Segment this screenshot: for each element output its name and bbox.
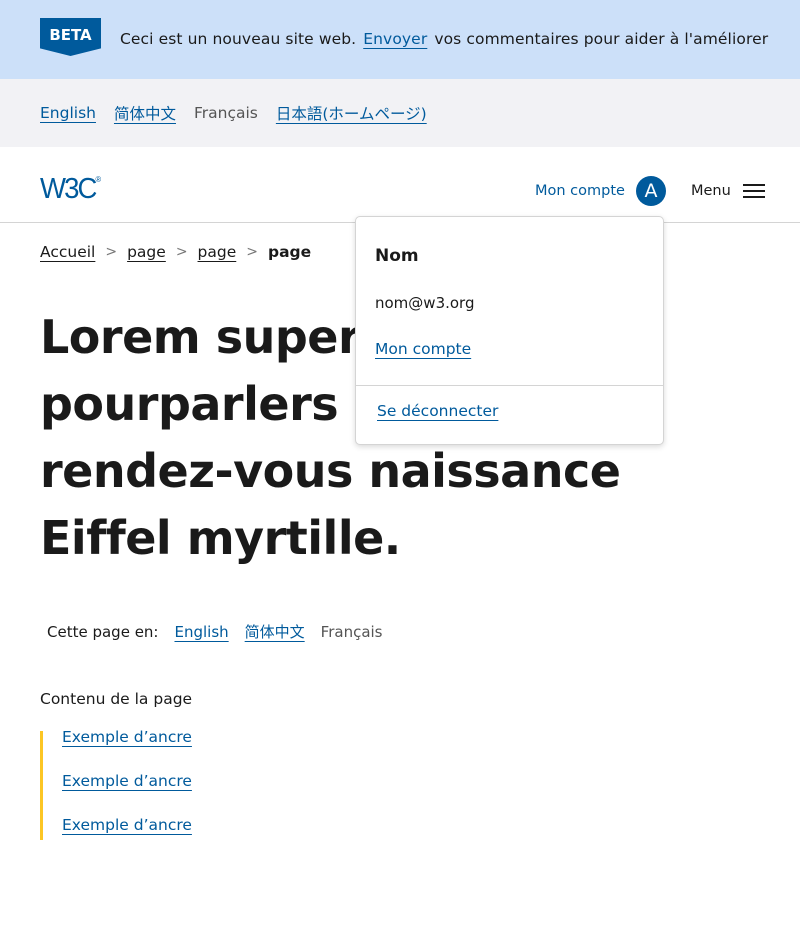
title-line: rendez-vous naissance xyxy=(40,444,621,498)
toc-title: Contenu de la page xyxy=(40,690,193,708)
feedback-link[interactable]: Envoyer xyxy=(363,30,427,48)
account-link[interactable]: Mon compte xyxy=(535,183,625,199)
page-lang-chinese[interactable]: 简体中文 xyxy=(245,621,305,642)
breadcrumb-item[interactable]: page xyxy=(198,243,237,261)
w3c-logo[interactable]: W3C® xyxy=(40,173,101,206)
beta-text-after: vos commentaires pour aider à l'améliore… xyxy=(434,30,769,48)
avatar[interactable]: A xyxy=(636,176,666,206)
menu-button[interactable]: Menu xyxy=(691,183,765,199)
toc-item: Exemple d’ancre xyxy=(62,728,192,775)
logout-link[interactable]: Se déconnecter xyxy=(377,402,498,420)
registered-mark: ® xyxy=(95,175,102,184)
toc-list: Exemple d’ancre Exemple d’ancre Exemple … xyxy=(40,728,192,840)
page-lang-english[interactable]: English xyxy=(174,623,228,641)
beta-badge: BETA xyxy=(40,18,101,56)
dropdown-divider xyxy=(356,385,663,386)
toc-link[interactable]: Exemple d’ancre xyxy=(62,772,192,790)
breadcrumb-item[interactable]: page xyxy=(127,243,166,261)
toc-link[interactable]: Exemple d’ancre xyxy=(62,816,192,834)
beta-banner: BETA Ceci est un nouveau site web. Envoy… xyxy=(0,0,800,79)
toc-item: Exemple d’ancre xyxy=(62,772,192,819)
site-header: W3C® Mon compte A Menu xyxy=(0,147,800,223)
my-account-link[interactable]: Mon compte xyxy=(375,340,471,358)
page-languages: Cette page en: English 简体中文 Français xyxy=(47,621,383,642)
toc-link[interactable]: Exemple d’ancre xyxy=(62,728,192,746)
language-bar: English 简体中文 Français 日本語(ホームページ) xyxy=(0,79,800,147)
lang-french-current: Français xyxy=(193,104,258,122)
title-line: Eiffel myrtille. xyxy=(40,511,401,565)
breadcrumb: Accueil > page > page > page xyxy=(40,243,311,261)
lang-chinese[interactable]: 简体中文 xyxy=(114,102,176,124)
beta-text-before: Ceci est un nouveau site web. xyxy=(120,30,357,48)
chevron-right-icon: > xyxy=(246,244,258,260)
logo-text: W3C xyxy=(40,173,97,205)
title-line: pourparlers r xyxy=(40,377,376,431)
user-email: nom@w3.org xyxy=(375,294,475,312)
chevron-right-icon: > xyxy=(175,244,188,260)
breadcrumb-current: page xyxy=(268,243,312,261)
beta-message: Ceci est un nouveau site web. Envoyer vo… xyxy=(120,30,768,48)
lang-japanese[interactable]: 日本語(ホームページ) xyxy=(276,102,427,124)
page-languages-label: Cette page en: xyxy=(47,623,159,641)
toc-item: Exemple d’ancre xyxy=(62,816,192,863)
account-dropdown: Nom nom@w3.org Mon compte Se déconnecter xyxy=(355,216,664,445)
lang-english[interactable]: English xyxy=(40,104,96,122)
chevron-right-icon: > xyxy=(105,244,118,260)
title-line: Lorem superp xyxy=(40,310,393,364)
menu-label: Menu xyxy=(691,183,731,199)
hamburger-icon xyxy=(742,184,765,198)
breadcrumb-home[interactable]: Accueil xyxy=(40,243,95,261)
page-lang-french-current: Français xyxy=(320,623,383,641)
user-name: Nom xyxy=(375,246,419,266)
